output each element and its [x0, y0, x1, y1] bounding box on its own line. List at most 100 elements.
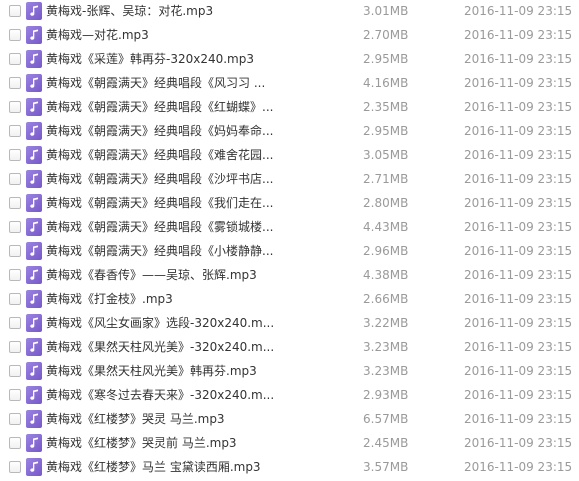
file-name[interactable]: 黄梅戏《风尘女画家》选段-320x240.m...: [46, 316, 346, 330]
file-size: 2.71MB: [363, 172, 409, 186]
file-size: 2.45MB: [363, 436, 409, 450]
row-checkbox[interactable]: [9, 389, 21, 401]
file-size: 3.57MB: [363, 460, 409, 474]
file-row[interactable]: 黄梅戏《朝霞满天》经典唱段《妈妈奉命... 2.95MB 2016-11-09 23…: [0, 120, 579, 144]
music-file-icon: [26, 146, 42, 164]
file-name[interactable]: 黄梅戏《红楼梦》哭灵 马兰.mp3: [46, 412, 346, 426]
file-name[interactable]: 黄梅戏《朝霞满天》经典唱段《雾锁城楼...: [46, 220, 346, 234]
file-name[interactable]: 黄梅戏《红楼梦》哭灵前 马兰.mp3: [46, 436, 346, 450]
file-size: 2.66MB: [363, 292, 409, 306]
file-size: 3.01MB: [363, 4, 409, 18]
music-file-icon: [26, 170, 42, 188]
file-name[interactable]: 黄梅戏《打金枝》.mp3: [46, 292, 346, 306]
file-name[interactable]: 黄梅戏《朝霞满天》经典唱段《小楼静静...: [46, 244, 346, 258]
file-date: 2016-11-09 23:15: [464, 124, 573, 138]
file-row[interactable]: 黄梅戏《朝霞满天》经典唱段《沙坪书店... 2.71MB 2016-11-09 23…: [0, 168, 579, 192]
file-date: 2016-11-09 23:15: [464, 436, 573, 450]
file-size: 4.38MB: [363, 268, 409, 282]
row-checkbox[interactable]: [9, 269, 21, 281]
file-name[interactable]: 黄梅戏《采莲》韩再芬-320x240.mp3: [46, 52, 346, 66]
file-row[interactable]: 黄梅戏《红楼梦》哭灵 马兰.mp3 6.57MB 2016-11-09 23:15: [0, 408, 579, 432]
file-row[interactable]: 黄梅戏《朝霞满天》经典唱段《风习习 ... 4.16MB 2016-11-09 23…: [0, 72, 579, 96]
row-checkbox[interactable]: [9, 461, 21, 473]
file-size: 3.23MB: [363, 340, 409, 354]
file-date: 2016-11-09 23:15: [464, 220, 573, 234]
file-date: 2016-11-09 23:15: [464, 460, 573, 474]
file-name[interactable]: 黄梅戏《朝霞满天》经典唱段《我们走在...: [46, 196, 346, 210]
file-row[interactable]: 黄梅戏《果然天柱风光美》韩再芬.mp3 3.23MB 2016-11-09 23:1…: [0, 360, 579, 384]
file-date: 2016-11-09 23:15: [464, 292, 573, 306]
file-date: 2016-11-09 23:15: [464, 412, 573, 426]
music-file-icon: [26, 290, 42, 308]
file-size: 2.80MB: [363, 196, 409, 210]
music-file-icon: [26, 98, 42, 116]
row-checkbox[interactable]: [9, 125, 21, 137]
file-name[interactable]: 黄梅戏《朝霞满天》经典唱段《难舍花园...: [46, 148, 346, 162]
file-name[interactable]: 黄梅戏《果然天柱风光美》韩再芬.mp3: [46, 364, 346, 378]
file-name[interactable]: 黄梅戏《寒冬过去春天来》-320x240.m...: [46, 388, 346, 402]
row-checkbox[interactable]: [9, 221, 21, 233]
file-row[interactable]: 黄梅戏《朝霞满天》经典唱段《我们走在... 2.80MB 2016-11-09 23…: [0, 192, 579, 216]
music-file-icon: [26, 122, 42, 140]
file-name[interactable]: 黄梅戏《朝霞满天》经典唱段《沙坪书店...: [46, 172, 346, 186]
file-size: 2.93MB: [363, 388, 409, 402]
file-date: 2016-11-09 23:15: [464, 100, 573, 114]
row-checkbox[interactable]: [9, 149, 21, 161]
file-row[interactable]: 黄梅戏《打金枝》.mp3 2.66MB 2016-11-09 23:15: [0, 288, 579, 312]
file-row[interactable]: 黄梅戏《风尘女画家》选段-320x240.m... 3.22MB 2016-11-0…: [0, 312, 579, 336]
file-name[interactable]: 黄梅戏《春香传》——吴琼、张辉.mp3: [46, 268, 346, 282]
music-file-icon: [26, 266, 42, 284]
file-date: 2016-11-09 23:15: [464, 52, 573, 66]
row-checkbox[interactable]: [9, 29, 21, 41]
row-checkbox[interactable]: [9, 53, 21, 65]
file-row[interactable]: 黄梅戏—对花.mp3 2.70MB 2016-11-09 23:15: [0, 24, 579, 48]
file-name[interactable]: 黄梅戏-张辉、吴琼：对花.mp3: [46, 4, 346, 18]
music-file-icon: [26, 218, 42, 236]
music-file-icon: [26, 74, 42, 92]
file-date: 2016-11-09 23:15: [464, 196, 573, 210]
music-file-icon: [26, 314, 42, 332]
row-checkbox[interactable]: [9, 197, 21, 209]
file-size: 3.22MB: [363, 316, 409, 330]
row-checkbox[interactable]: [9, 341, 21, 353]
row-checkbox[interactable]: [9, 413, 21, 425]
file-row[interactable]: 黄梅戏《朝霞满天》经典唱段《难舍花园... 3.05MB 2016-11-09 23…: [0, 144, 579, 168]
file-name[interactable]: 黄梅戏《果然天柱风光美》-320x240.m...: [46, 340, 346, 354]
file-name[interactable]: 黄梅戏《朝霞满天》经典唱段《妈妈奉命...: [46, 124, 346, 138]
row-checkbox[interactable]: [9, 365, 21, 377]
row-checkbox[interactable]: [9, 245, 21, 257]
row-checkbox[interactable]: [9, 5, 21, 17]
file-row[interactable]: 黄梅戏《朝霞满天》经典唱段《雾锁城楼... 4.43MB 2016-11-09 23…: [0, 216, 579, 240]
row-checkbox[interactable]: [9, 317, 21, 329]
file-name[interactable]: 黄梅戏《朝霞满天》经典唱段《风习习 ...: [46, 76, 346, 90]
file-row[interactable]: 黄梅戏《果然天柱风光美》-320x240.m... 3.23MB 2016-11-0…: [0, 336, 579, 360]
file-row[interactable]: 黄梅戏《春香传》——吴琼、张辉.mp3 4.38MB 2016-11-09 23:1…: [0, 264, 579, 288]
file-date: 2016-11-09 23:15: [464, 148, 573, 162]
file-row[interactable]: 黄梅戏《红楼梦》哭灵前 马兰.mp3 2.45MB 2016-11-09 23:15: [0, 432, 579, 456]
file-row[interactable]: 黄梅戏《红楼梦》马兰 宝黛读西厢.mp3 3.57MB 2016-11-09 23:…: [0, 456, 579, 480]
file-date: 2016-11-09 23:15: [464, 76, 573, 90]
file-row[interactable]: 黄梅戏《朝霞满天》经典唱段《红蝴蝶》... 2.35MB 2016-11-09 23…: [0, 96, 579, 120]
file-name[interactable]: 黄梅戏《红楼梦》马兰 宝黛读西厢.mp3: [46, 460, 346, 474]
music-file-icon: [26, 386, 42, 404]
row-checkbox[interactable]: [9, 173, 21, 185]
row-checkbox[interactable]: [9, 101, 21, 113]
row-checkbox[interactable]: [9, 437, 21, 449]
file-size: 2.95MB: [363, 124, 409, 138]
file-name[interactable]: 黄梅戏《朝霞满天》经典唱段《红蝴蝶》...: [46, 100, 346, 114]
music-file-icon: [26, 2, 42, 20]
row-checkbox[interactable]: [9, 77, 21, 89]
row-checkbox[interactable]: [9, 293, 21, 305]
file-name[interactable]: 黄梅戏—对花.mp3: [46, 28, 346, 42]
file-date: 2016-11-09 23:15: [464, 172, 573, 186]
file-row[interactable]: 黄梅戏《采莲》韩再芬-320x240.mp3 2.95MB 2016-11-09 2…: [0, 48, 579, 72]
music-file-icon: [26, 410, 42, 428]
file-list: 黄梅戏-张辉、吴琼：对花.mp3 3.01MB 2016-11-09 23:15 黄梅…: [0, 0, 579, 481]
file-row[interactable]: 黄梅戏《朝霞满天》经典唱段《小楼静静... 2.96MB 2016-11-09 23…: [0, 240, 579, 264]
file-row[interactable]: 黄梅戏《寒冬过去春天来》-320x240.m... 2.93MB 2016-11-0…: [0, 384, 579, 408]
file-size: 2.70MB: [363, 28, 409, 42]
file-row[interactable]: 黄梅戏-张辉、吴琼：对花.mp3 3.01MB 2016-11-09 23:15: [0, 0, 579, 24]
music-file-icon: [26, 338, 42, 356]
file-size: 2.95MB: [363, 52, 409, 66]
file-size: 2.96MB: [363, 244, 409, 258]
